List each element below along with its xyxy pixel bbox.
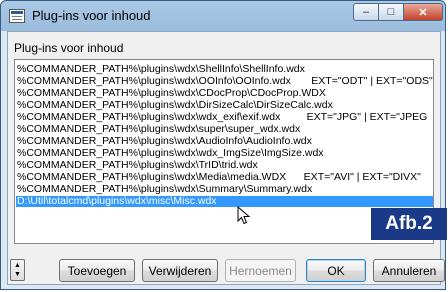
list-item[interactable]: %COMMANDER_PATH%\plugins\wdx\wdx_ImgSize… (17, 148, 324, 159)
plugins-list-label: Plug-ins voor inhoud (14, 41, 124, 55)
spin-up-icon[interactable]: ▲ (14, 262, 21, 269)
reorder-spinner[interactable]: ▲ ▼ (10, 259, 25, 281)
window-title: Plug-ins voor inhoud (32, 8, 151, 23)
add-button[interactable]: Toevoegen (59, 259, 135, 282)
remove-button[interactable]: Verwijderen (142, 259, 218, 282)
maximize-button[interactable]: □ (378, 3, 404, 21)
list-item[interactable]: %COMMANDER_PATH%\plugins\wdx\AudioInfo\A… (17, 136, 312, 147)
list-item[interactable]: %COMMANDER_PATH%\plugins\wdx\TrID\trid.w… (17, 160, 258, 171)
list-item[interactable]: %COMMANDER_PATH%\plugins\wdx\Media\media… (17, 172, 421, 183)
list-item[interactable]: %COMMANDER_PATH%\plugins\wdx\DirSizeCalc… (17, 100, 333, 111)
list-item[interactable]: %COMMANDER_PATH%\plugins\wdx\Summary\Sum… (17, 184, 312, 195)
title-bar[interactable]: Plug-ins voor inhoud – □ ✕ (1, 1, 445, 31)
list-item[interactable]: %COMMANDER_PATH%\plugins\wdx\super\super… (17, 124, 300, 135)
document-list-icon (9, 9, 25, 23)
list-item[interactable]: D:\Util\totalcmd\plugins\wdx\misc\Misc.w… (16, 196, 433, 207)
figure-badge: Afb.2 (371, 208, 447, 240)
ok-button[interactable]: OK (306, 259, 366, 282)
rename-button[interactable]: Hernoemen (225, 259, 296, 282)
close-button[interactable]: ✕ (403, 3, 443, 21)
spin-down-icon[interactable]: ▼ (14, 271, 21, 278)
list-item[interactable]: %COMMANDER_PATH%\plugins\wdx\wdx_exif\ex… (17, 112, 427, 123)
list-item[interactable]: %COMMANDER_PATH%\plugins\wdx\OOInfo\OOIn… (17, 76, 433, 87)
mouse-pointer-icon (237, 206, 251, 225)
dialog-window: Plug-ins voor inhoud – □ ✕ Plug-ins voor… (0, 0, 447, 290)
list-item[interactable]: %COMMANDER_PATH%\plugins\wdx\CDocProp\CD… (17, 88, 326, 99)
dialog-client-area: Plug-ins voor inhoud %COMMANDER_PATH%\pl… (7, 31, 441, 285)
list-item[interactable]: %COMMANDER_PATH%\plugins\wdx\ShellInfo\S… (17, 64, 305, 75)
minimize-button[interactable]: – (353, 3, 379, 21)
cancel-button[interactable]: Annuleren (373, 259, 445, 282)
